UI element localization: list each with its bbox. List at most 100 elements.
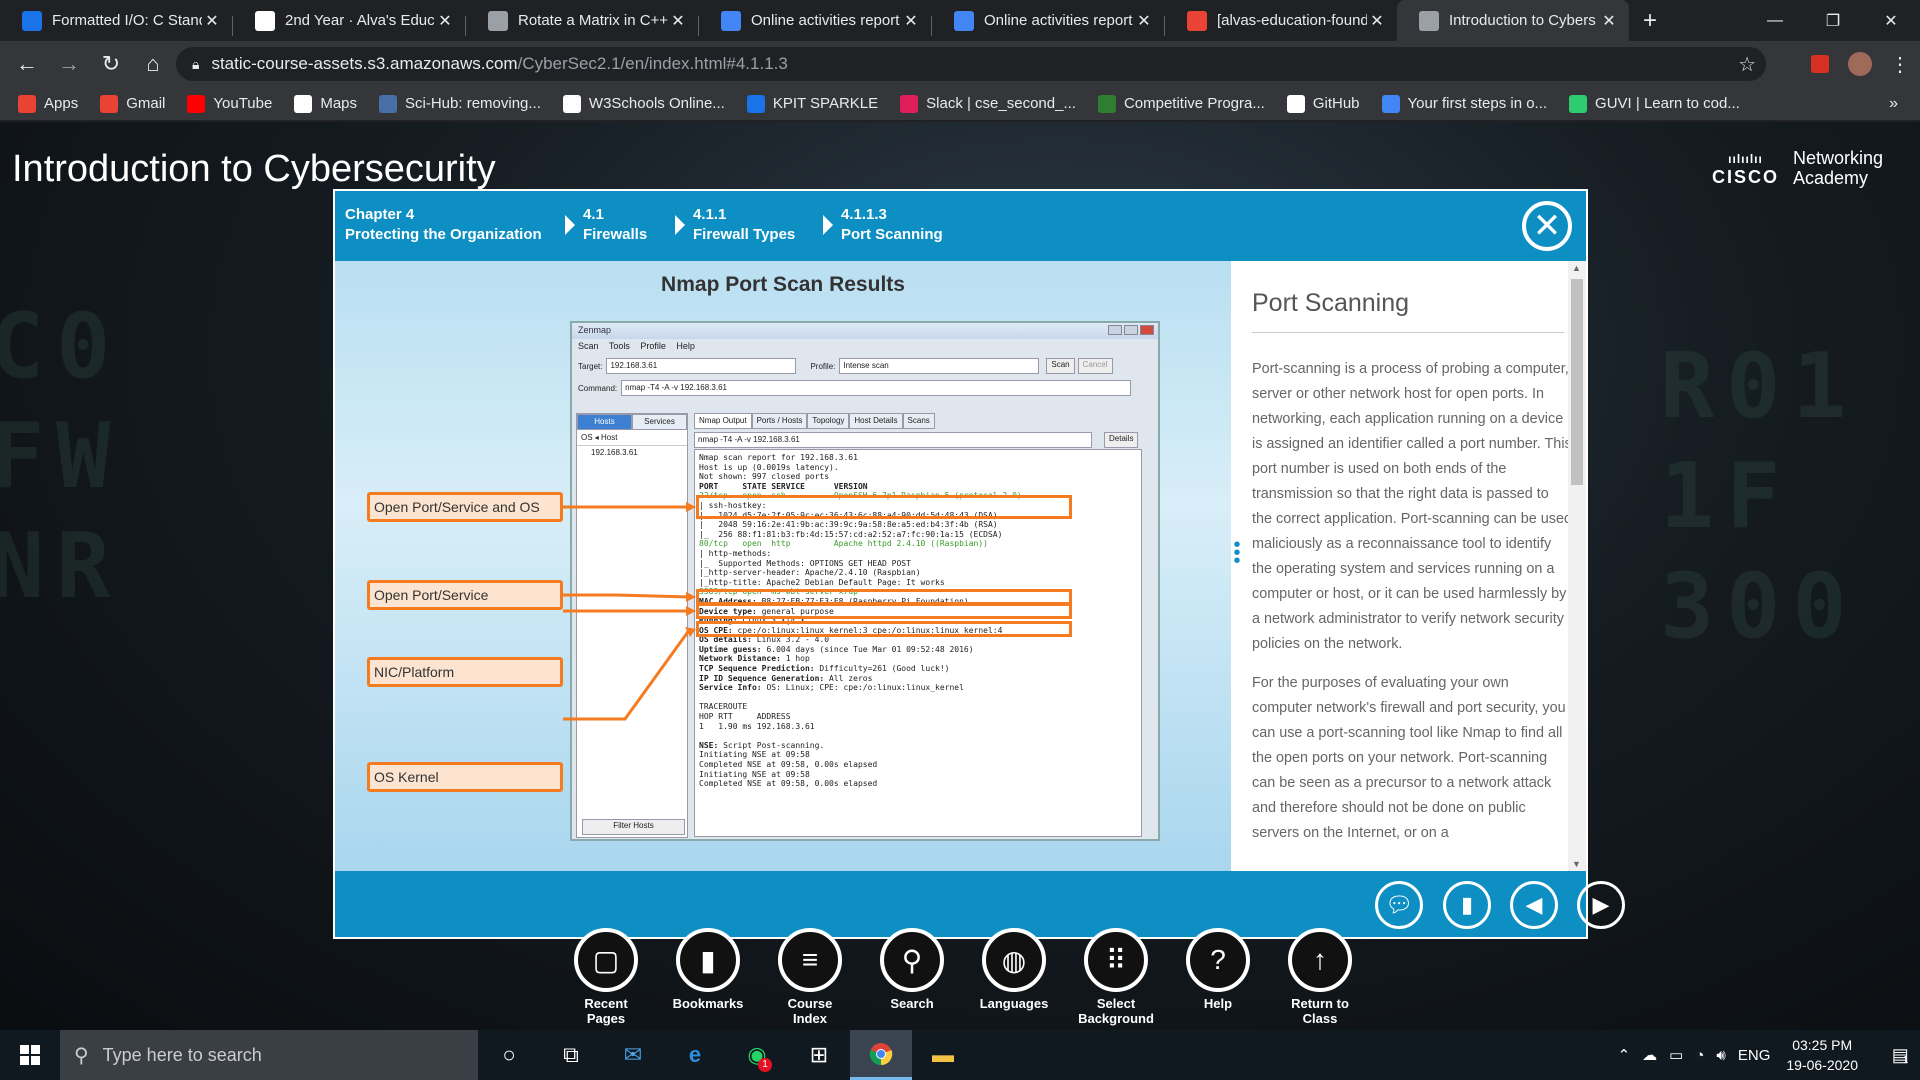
- arrow-right-icon: ▶: [1592, 892, 1610, 917]
- bookmark-item[interactable]: YouTube: [187, 94, 272, 113]
- mail-icon[interactable]: ✉: [602, 1030, 664, 1080]
- dock-button[interactable]: ▢ Recent Pages: [555, 928, 657, 1030]
- breadcrumb-page: 4.1.1.3 Port Scanning: [841, 206, 943, 243]
- bookmark-item[interactable]: W3Schools Online...: [562, 94, 725, 113]
- bookmark-item[interactable]: KPIT SPARKLE: [746, 94, 878, 113]
- close-tab-icon[interactable]: ✕: [202, 11, 222, 31]
- onedrive-icon[interactable]: ☁: [1642, 1046, 1657, 1064]
- action-center-icon[interactable]: ▤ 1: [1880, 1030, 1920, 1080]
- bookmark-item[interactable]: GitHub: [1286, 94, 1360, 113]
- close-tab-icon[interactable]: ✕: [435, 11, 455, 31]
- bookmark-icon: ▮: [676, 928, 740, 992]
- battery-icon[interactable]: ▭: [1669, 1046, 1683, 1064]
- chevron-up-icon[interactable]: ⌃: [1618, 1046, 1631, 1064]
- resize-handle-icon[interactable]: • • •: [1231, 535, 1243, 571]
- bookmarks-bar: Apps Gmail YouTube Maps Sci-Hub: removing...…: [0, 87, 1920, 121]
- dock-button[interactable]: ↑ Return to Class: [1269, 928, 1371, 1030]
- scroll-up-icon[interactable]: ▲: [1572, 263, 1581, 273]
- home-button[interactable]: ⌂: [134, 45, 172, 83]
- bookmark-item[interactable]: Slack | cse_second_...: [900, 94, 1076, 113]
- dock-button[interactable]: ◍ Languages: [963, 928, 1065, 1030]
- previous-page-button[interactable]: ◀: [1510, 881, 1558, 929]
- panel-scrollbar[interactable]: ▲ ▼: [1568, 261, 1586, 871]
- file-explorer-icon[interactable]: ▬: [912, 1030, 974, 1080]
- breadcrumb-chapter[interactable]: Chapter 4 Protecting the Organization: [345, 205, 542, 245]
- address-bar[interactable]: 🔒︎ static-course-assets.s3.amazonaws.com…: [176, 47, 1766, 81]
- close-dialog-button[interactable]: ✕: [1522, 201, 1572, 251]
- task-view-icon[interactable]: ⧉: [540, 1030, 602, 1080]
- wifi-icon[interactable]: ◔: [1695, 1047, 1704, 1064]
- bookmark-item[interactable]: Gmail: [100, 94, 165, 113]
- browser-tab[interactable]: Introduction to Cybers ✕: [1397, 0, 1629, 41]
- browser-toolbar: ← → ↻ ⌂ 🔒︎ static-course-assets.s3.amazo…: [0, 41, 1920, 87]
- breadcrumb-topic[interactable]: 4.1.1 Firewall Types: [693, 205, 795, 245]
- docs-icon: [954, 10, 974, 31]
- bookmark-item[interactable]: Sci-Hub: removing...: [379, 94, 541, 113]
- menu-icon: ≡: [778, 928, 842, 992]
- start-button[interactable]: [0, 1030, 60, 1080]
- browser-tab[interactable]: [alvas-education-found ✕: [1165, 0, 1397, 41]
- globe-icon: [488, 10, 508, 31]
- browser-tab[interactable]: 2nd Year · Alva's Educa ✕: [233, 0, 465, 41]
- new-tab-button[interactable]: +: [1643, 7, 1657, 35]
- browser-tab[interactable]: Formatted I/O: C Stand ✕: [0, 0, 232, 41]
- close-tab-icon[interactable]: ✕: [668, 11, 688, 31]
- extension-icon[interactable]: [1800, 45, 1840, 83]
- chrome-icon[interactable]: [850, 1030, 912, 1080]
- dock-button[interactable]: ⠿ Select Background: [1065, 928, 1167, 1030]
- dock-button[interactable]: ? Help: [1167, 928, 1269, 1030]
- bookmark-item[interactable]: Your first steps in o...: [1381, 94, 1547, 113]
- breadcrumb-section[interactable]: 4.1 Firewalls: [583, 205, 647, 245]
- browser-tab[interactable]: Online activities report ✕: [932, 0, 1164, 41]
- close-tab-icon[interactable]: ✕: [1134, 11, 1154, 31]
- browser-tab[interactable]: Rotate a Matrix in C++ ✕: [466, 0, 698, 41]
- close-tab-icon[interactable]: ✕: [1599, 11, 1619, 31]
- dock-button[interactable]: ⚲ Search: [861, 928, 963, 1030]
- whatsapp-badge: 1: [758, 1058, 772, 1072]
- close-tab-icon[interactable]: ✕: [1367, 11, 1387, 31]
- bookmark-item[interactable]: Competitive Progra...: [1097, 94, 1265, 113]
- reload-button[interactable]: ↻: [92, 45, 130, 83]
- globe-icon: [1419, 10, 1439, 31]
- back-button[interactable]: ←: [8, 45, 46, 83]
- comment-button[interactable]: 💬︎: [1375, 881, 1423, 929]
- bookmark-item[interactable]: Apps: [18, 94, 78, 113]
- taskbar-search[interactable]: ⚲ Type here to search: [60, 1030, 478, 1080]
- dock-button[interactable]: ▮ Bookmarks: [657, 928, 759, 1030]
- profile-avatar[interactable]: [1840, 45, 1880, 83]
- scroll-thumb[interactable]: [1571, 279, 1583, 485]
- volume-icon[interactable]: 🔊︎: [1716, 1047, 1725, 1064]
- minimize-button[interactable]: —: [1746, 0, 1804, 41]
- scroll-down-icon[interactable]: ▼: [1572, 859, 1581, 869]
- cortana-icon[interactable]: ○: [478, 1030, 540, 1080]
- language-indicator[interactable]: ENG: [1738, 1047, 1771, 1064]
- whatsapp-icon[interactable]: ◉ 1: [726, 1030, 788, 1080]
- bookmark-star-icon[interactable]: ☆: [1738, 52, 1756, 77]
- edge-icon[interactable]: e: [664, 1030, 726, 1080]
- dock-label: Return to Class: [1291, 996, 1349, 1026]
- dock-label: Search: [890, 996, 934, 1011]
- bookmark-item[interactable]: Maps: [294, 94, 357, 113]
- tab-title: Rotate a Matrix in C++: [518, 12, 668, 29]
- next-page-button[interactable]: ▶: [1577, 881, 1625, 929]
- dock-label: Recent Pages: [584, 996, 628, 1026]
- forward-button[interactable]: →: [50, 45, 88, 83]
- clock[interactable]: 03:25 PM 19-06-2020: [1786, 1035, 1858, 1075]
- bookmark-item[interactable]: GUVI | Learn to cod...: [1569, 94, 1740, 113]
- menu-kebab-icon[interactable]: ⋮: [1880, 45, 1920, 83]
- bookmark-icon: ▮: [1460, 892, 1474, 917]
- close-tab-icon[interactable]: ✕: [901, 11, 921, 31]
- guvi-icon: [1569, 94, 1588, 113]
- store-icon[interactable]: ⊞: [788, 1030, 850, 1080]
- close-window-button[interactable]: ✕: [1862, 0, 1920, 41]
- doc-icon: [22, 10, 42, 31]
- search-icon: ⚲: [880, 928, 944, 992]
- browser-tab[interactable]: Online activities report ✕: [699, 0, 931, 41]
- dock-button[interactable]: ≡ Course Index: [759, 928, 861, 1030]
- bookmark-page-button[interactable]: ▮: [1443, 881, 1491, 929]
- kpit-icon: [746, 94, 765, 113]
- url-path: /CyberSec2.1/en/index.html#4.1.1.3: [517, 54, 788, 73]
- docs-icon: [721, 10, 741, 31]
- restore-button[interactable]: ❐: [1804, 0, 1862, 41]
- bookmarks-overflow-button[interactable]: »: [1889, 95, 1898, 113]
